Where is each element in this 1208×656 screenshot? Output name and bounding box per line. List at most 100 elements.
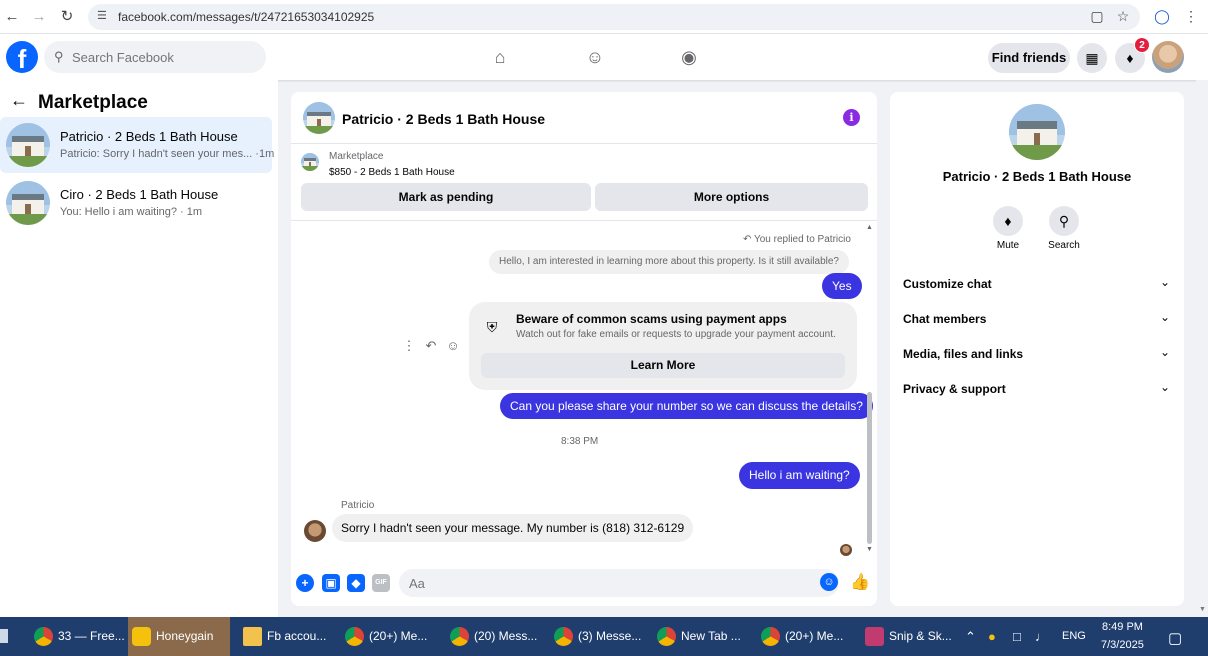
section-label: Privacy & support bbox=[903, 382, 1006, 396]
customize-chat-section[interactable]: Customize chat ⌄ bbox=[890, 269, 1184, 299]
emoji-icon[interactable]: ☺ bbox=[820, 573, 838, 591]
sticker-icon[interactable]: ◆ bbox=[347, 574, 365, 592]
taskbar-item-label: 33 — Free... bbox=[58, 629, 125, 643]
taskbar-item-label: Fb accou... bbox=[267, 629, 327, 643]
site-settings-icon[interactable]: ☰ bbox=[97, 9, 111, 23]
plus-icon[interactable]: + bbox=[296, 574, 314, 592]
search-input[interactable] bbox=[72, 47, 252, 67]
address-bar[interactable]: ☰ facebook.com/messages/t/24721653034102… bbox=[88, 4, 1140, 30]
reply-icon[interactable]: ↶ bbox=[424, 338, 438, 354]
thumbs-up-icon[interactable]: 👍 bbox=[850, 574, 870, 592]
back-arrow-icon[interactable]: ← bbox=[2, 7, 22, 27]
chat-details-panel: Patricio · 2 Beds 1 Bath House ♦ Mute ⚲ … bbox=[890, 92, 1184, 606]
sender-avatar[interactable] bbox=[304, 520, 326, 542]
start-button[interactable] bbox=[0, 617, 12, 656]
scroll-down-arrow-icon[interactable]: ▼ bbox=[866, 546, 873, 553]
home-icon[interactable]: ⌂ bbox=[489, 46, 511, 68]
taskbar-item-label: (20+) Me... bbox=[369, 629, 428, 643]
chat-avatar[interactable] bbox=[303, 102, 335, 134]
notification-center-icon[interactable]: ▢ bbox=[1168, 629, 1182, 647]
taskbar-item[interactable]: 33 — Free... bbox=[30, 617, 126, 656]
snip-sketch-icon bbox=[865, 627, 884, 646]
outgoing-message[interactable]: Yes bbox=[822, 273, 862, 299]
honeygain-icon bbox=[132, 627, 151, 646]
browser-menu-icon[interactable]: ⋮ bbox=[1182, 7, 1200, 25]
scam-warning-title: Beware of common scams using payment app… bbox=[516, 312, 787, 326]
groups-icon[interactable]: ◉ bbox=[678, 46, 700, 68]
chat-title[interactable]: Patricio · 2 Beds 1 Bath House bbox=[342, 111, 545, 127]
url-text[interactable]: facebook.com/messages/t/2472165303410292… bbox=[118, 10, 374, 24]
taskbar-item[interactable]: (20+) Me... bbox=[341, 617, 437, 656]
search-icon[interactable]: ⚲ bbox=[1049, 206, 1079, 236]
find-friends-button[interactable]: Find friends bbox=[988, 43, 1070, 73]
message-composer[interactable]: ☺ bbox=[399, 569, 839, 597]
menu-grid-icon[interactable]: ▦ bbox=[1077, 43, 1107, 73]
network-icon[interactable]: □ bbox=[1013, 629, 1021, 644]
taskbar-item[interactable]: New Tab ... bbox=[653, 617, 749, 656]
section-label: Customize chat bbox=[903, 277, 992, 291]
facebook-logo-icon[interactable]: f bbox=[6, 41, 38, 73]
taskbar-item-label: (20) Mess... bbox=[474, 629, 538, 643]
conversation-snippet: You: Hello i am waiting? · 1m bbox=[60, 206, 203, 218]
seen-indicator-avatar bbox=[840, 544, 852, 556]
taskbar-item[interactable]: Honeygain bbox=[128, 617, 230, 656]
chevron-down-icon: ⌄ bbox=[1159, 345, 1170, 359]
chat-scrollbar-thumb[interactable] bbox=[867, 392, 872, 544]
chrome-icon bbox=[450, 627, 469, 646]
mark-pending-button[interactable]: Mark as pending bbox=[301, 183, 591, 211]
taskbar-item-label: (20+) Me... bbox=[785, 629, 844, 643]
taskbar-item[interactable]: (3) Messe... bbox=[550, 617, 646, 656]
language-indicator[interactable]: ENG bbox=[1062, 630, 1086, 642]
volume-icon[interactable]: ♩ bbox=[1035, 629, 1048, 644]
facebook-header: f ⚲ ⌂ ☺ ◉ Find friends ▦ ♦ 2 bbox=[0, 34, 1208, 80]
shield-icon: ⛨ bbox=[486, 319, 498, 335]
search-box[interactable]: ⚲ bbox=[44, 41, 266, 73]
media-files-section[interactable]: Media, files and links ⌄ bbox=[890, 339, 1184, 369]
chat-members-section[interactable]: Chat members ⌄ bbox=[890, 304, 1184, 334]
taskbar-item-label: Snip & Sk... bbox=[889, 629, 952, 643]
tray-app-icon[interactable]: ● bbox=[988, 629, 996, 644]
react-emoji-icon[interactable]: ☺ bbox=[446, 338, 460, 353]
conversation-item[interactable]: Ciro · 2 Beds 1 Bath House You: Hello i … bbox=[0, 175, 272, 231]
reload-icon[interactable]: ↻ bbox=[57, 7, 77, 27]
more-options-button[interactable]: More options bbox=[595, 183, 868, 211]
profile-icon[interactable]: ◯ bbox=[1153, 7, 1171, 25]
gif-icon[interactable]: GIF bbox=[372, 574, 390, 592]
scroll-down-arrow-icon[interactable]: ▼ bbox=[1199, 606, 1206, 613]
mute-label[interactable]: Mute bbox=[978, 240, 1038, 251]
conversation-item[interactable]: Patricio · 2 Beds 1 Bath House Patricio:… bbox=[0, 117, 274, 173]
search-label[interactable]: Search bbox=[1034, 240, 1094, 251]
bookmark-star-icon[interactable]: ☆ bbox=[1114, 7, 1132, 25]
taskbar-item[interactable]: (20) Mess... bbox=[446, 617, 542, 656]
scroll-up-arrow-icon[interactable]: ▲ bbox=[866, 224, 873, 231]
chat-details-name: Patricio · 2 Beds 1 Bath House bbox=[942, 169, 1132, 184]
chat-details-avatar[interactable] bbox=[1009, 104, 1065, 160]
taskbar-item[interactable]: Fb accou... bbox=[239, 617, 335, 656]
incoming-message[interactable]: Sorry I hadn't seen your message. My num… bbox=[332, 514, 694, 542]
privacy-support-section[interactable]: Privacy & support ⌄ bbox=[890, 374, 1184, 404]
chrome-icon bbox=[34, 627, 53, 646]
more-actions-icon[interactable]: ⋮ bbox=[402, 338, 416, 354]
clock-date[interactable]: 7/3/2025 bbox=[1101, 639, 1144, 651]
taskbar-item[interactable]: (20+) Me... bbox=[757, 617, 853, 656]
taskbar-item-label: Honeygain bbox=[156, 629, 214, 643]
forward-arrow-icon[interactable]: → bbox=[29, 7, 49, 27]
taskbar-item[interactable]: Snip & Sk... bbox=[861, 617, 957, 656]
account-avatar[interactable] bbox=[1152, 41, 1184, 73]
outgoing-message[interactable]: Can you please share your number so we c… bbox=[500, 393, 873, 419]
learn-more-button[interactable]: Learn More bbox=[481, 353, 845, 378]
browser-toolbar: ← → ↻ ☰ facebook.com/messages/t/24721653… bbox=[0, 0, 1208, 34]
back-arrow-icon[interactable]: ← bbox=[10, 90, 28, 111]
clock-time[interactable]: 8:49 PM bbox=[1102, 621, 1143, 633]
page-scrollbar[interactable] bbox=[1196, 80, 1208, 617]
chat-panel: Patricio · 2 Beds 1 Bath House i Marketp… bbox=[291, 92, 877, 606]
chevron-up-icon[interactable]: ⌃ bbox=[965, 629, 976, 645]
message-input[interactable] bbox=[409, 574, 799, 592]
info-icon[interactable]: i bbox=[843, 109, 860, 126]
install-app-icon[interactable]: ▢ bbox=[1088, 7, 1106, 25]
mute-bell-icon[interactable]: ♦ bbox=[993, 206, 1023, 236]
friends-icon[interactable]: ☺ bbox=[584, 46, 606, 68]
photo-icon[interactable]: ▣ bbox=[322, 574, 340, 592]
outgoing-message[interactable]: Hello i am waiting? bbox=[739, 462, 860, 489]
listing-price[interactable]: $850 - 2 Beds 1 Bath House bbox=[329, 167, 455, 178]
